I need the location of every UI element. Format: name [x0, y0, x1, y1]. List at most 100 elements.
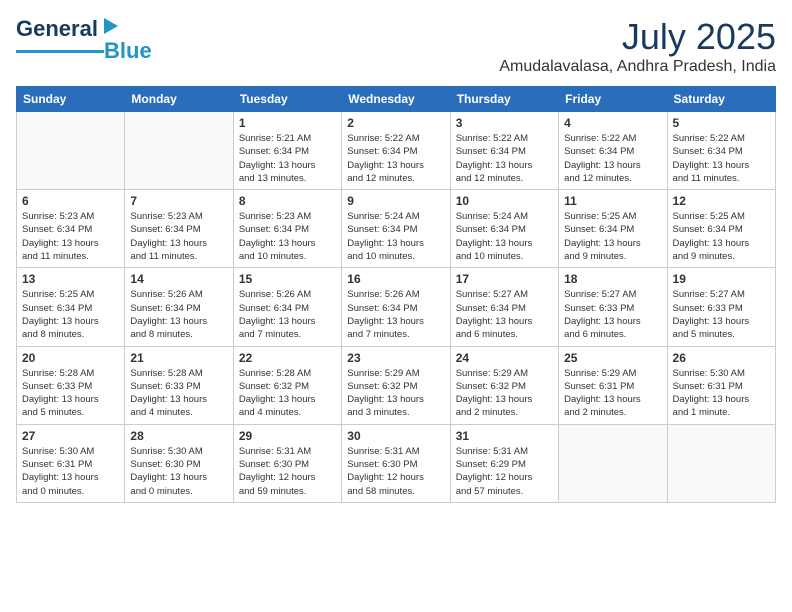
calendar-cell: 5 Sunrise: 5:22 AM Sunset: 6:34 PM Daylig…: [667, 112, 775, 190]
day-info: Sunrise: 5:26 AM Sunset: 6:34 PM Dayligh…: [130, 288, 227, 341]
weekday-header-friday: Friday: [559, 87, 667, 112]
calendar-cell: 31Sunrise: 5:31 AM Sunset: 6:29 PM Dayli…: [450, 424, 558, 502]
calendar-cell: 1 Sunrise: 5:21 AM Sunset: 6:34 PM Daylig…: [233, 112, 341, 190]
day-number: 23: [347, 351, 444, 365]
location: Amudalavalasa, Andhra Pradesh, India: [499, 58, 776, 76]
day-info: Sunrise: 5:23 AM Sunset: 6:34 PM Dayligh…: [130, 210, 227, 263]
day-info: Sunrise: 5:25 AM Sunset: 6:34 PM Dayligh…: [22, 288, 119, 341]
calendar-week-4: 20Sunrise: 5:28 AM Sunset: 6:33 PM Dayli…: [17, 346, 776, 424]
day-number: 14: [130, 272, 227, 286]
calendar-cell: 17Sunrise: 5:27 AM Sunset: 6:34 PM Dayli…: [450, 268, 558, 346]
calendar-cell: [559, 424, 667, 502]
weekday-header-wednesday: Wednesday: [342, 87, 450, 112]
day-number: 30: [347, 429, 444, 443]
weekday-header-tuesday: Tuesday: [233, 87, 341, 112]
logo-blue: Blue: [104, 38, 152, 64]
day-number: 12: [673, 194, 770, 208]
day-info: Sunrise: 5:29 AM Sunset: 6:31 PM Dayligh…: [564, 367, 661, 420]
day-info: Sunrise: 5:27 AM Sunset: 6:33 PM Dayligh…: [673, 288, 770, 341]
day-number: 5: [673, 116, 770, 130]
calendar-cell: [667, 424, 775, 502]
logo-underline: [16, 50, 104, 53]
day-info: Sunrise: 5:27 AM Sunset: 6:33 PM Dayligh…: [564, 288, 661, 341]
day-number: 1: [239, 116, 336, 130]
day-info: Sunrise: 5:30 AM Sunset: 6:31 PM Dayligh…: [673, 367, 770, 420]
day-number: 9: [347, 194, 444, 208]
calendar-cell: 9 Sunrise: 5:24 AM Sunset: 6:34 PM Daylig…: [342, 190, 450, 268]
day-info: Sunrise: 5:29 AM Sunset: 6:32 PM Dayligh…: [347, 367, 444, 420]
month-year: July 2025: [499, 16, 776, 58]
calendar-cell: 8Sunrise: 5:23 AM Sunset: 6:34 PM Daylig…: [233, 190, 341, 268]
calendar-cell: 4 Sunrise: 5:22 AM Sunset: 6:34 PM Daylig…: [559, 112, 667, 190]
day-number: 18: [564, 272, 661, 286]
day-number: 25: [564, 351, 661, 365]
day-number: 29: [239, 429, 336, 443]
calendar-cell: 29 Sunrise: 5:31 AM Sunset: 6:30 PM Dayli…: [233, 424, 341, 502]
day-number: 4: [564, 116, 661, 130]
calendar-cell: 22Sunrise: 5:28 AM Sunset: 6:32 PM Dayli…: [233, 346, 341, 424]
day-number: 10: [456, 194, 553, 208]
day-number: 7: [130, 194, 227, 208]
day-number: 2: [347, 116, 444, 130]
calendar-cell: [125, 112, 233, 190]
calendar-cell: 25 Sunrise: 5:29 AM Sunset: 6:31 PM Dayli…: [559, 346, 667, 424]
day-info: Sunrise: 5:28 AM Sunset: 6:33 PM Dayligh…: [130, 367, 227, 420]
day-info: Sunrise: 5:26 AM Sunset: 6:34 PM Dayligh…: [347, 288, 444, 341]
day-number: 11: [564, 194, 661, 208]
calendar-week-2: 6Sunrise: 5:23 AM Sunset: 6:34 PM Daylig…: [17, 190, 776, 268]
day-number: 15: [239, 272, 336, 286]
day-info: Sunrise: 5:31 AM Sunset: 6:30 PM Dayligh…: [347, 445, 444, 498]
day-info: Sunrise: 5:21 AM Sunset: 6:34 PM Dayligh…: [239, 132, 336, 185]
weekday-header-thursday: Thursday: [450, 87, 558, 112]
calendar-week-1: 1 Sunrise: 5:21 AM Sunset: 6:34 PM Daylig…: [17, 112, 776, 190]
day-info: Sunrise: 5:26 AM Sunset: 6:34 PM Dayligh…: [239, 288, 336, 341]
calendar-cell: 26Sunrise: 5:30 AM Sunset: 6:31 PM Dayli…: [667, 346, 775, 424]
logo-arrow-icon: [100, 16, 122, 38]
day-info: Sunrise: 5:22 AM Sunset: 6:34 PM Dayligh…: [673, 132, 770, 185]
calendar-cell: 21 Sunrise: 5:28 AM Sunset: 6:33 PM Dayli…: [125, 346, 233, 424]
day-info: Sunrise: 5:24 AM Sunset: 6:34 PM Dayligh…: [456, 210, 553, 263]
day-number: 24: [456, 351, 553, 365]
day-info: Sunrise: 5:23 AM Sunset: 6:34 PM Dayligh…: [22, 210, 119, 263]
weekday-header-row: SundayMondayTuesdayWednesdayThursdayFrid…: [17, 87, 776, 112]
day-info: Sunrise: 5:30 AM Sunset: 6:31 PM Dayligh…: [22, 445, 119, 498]
day-number: 27: [22, 429, 119, 443]
calendar-week-5: 27 Sunrise: 5:30 AM Sunset: 6:31 PM Dayli…: [17, 424, 776, 502]
calendar-cell: 2 Sunrise: 5:22 AM Sunset: 6:34 PM Daylig…: [342, 112, 450, 190]
day-number: 8: [239, 194, 336, 208]
day-info: Sunrise: 5:31 AM Sunset: 6:30 PM Dayligh…: [239, 445, 336, 498]
day-number: 13: [22, 272, 119, 286]
day-info: Sunrise: 5:28 AM Sunset: 6:33 PM Dayligh…: [22, 367, 119, 420]
day-info: Sunrise: 5:22 AM Sunset: 6:34 PM Dayligh…: [456, 132, 553, 185]
day-info: Sunrise: 5:22 AM Sunset: 6:34 PM Dayligh…: [564, 132, 661, 185]
calendar-cell: 16 Sunrise: 5:26 AM Sunset: 6:34 PM Dayli…: [342, 268, 450, 346]
page-header: General Blue July 2025 Amudalavalasa, An…: [16, 16, 776, 76]
calendar-cell: 6Sunrise: 5:23 AM Sunset: 6:34 PM Daylig…: [17, 190, 125, 268]
day-number: 19: [673, 272, 770, 286]
calendar-cell: 15 Sunrise: 5:26 AM Sunset: 6:34 PM Dayli…: [233, 268, 341, 346]
day-info: Sunrise: 5:29 AM Sunset: 6:32 PM Dayligh…: [456, 367, 553, 420]
day-number: 21: [130, 351, 227, 365]
calendar-cell: 10 Sunrise: 5:24 AM Sunset: 6:34 PM Dayli…: [450, 190, 558, 268]
calendar-cell: 18 Sunrise: 5:27 AM Sunset: 6:33 PM Dayli…: [559, 268, 667, 346]
day-info: Sunrise: 5:24 AM Sunset: 6:34 PM Dayligh…: [347, 210, 444, 263]
calendar-cell: 13 Sunrise: 5:25 AM Sunset: 6:34 PM Dayli…: [17, 268, 125, 346]
day-info: Sunrise: 5:31 AM Sunset: 6:29 PM Dayligh…: [456, 445, 553, 498]
calendar-cell: 28Sunrise: 5:30 AM Sunset: 6:30 PM Dayli…: [125, 424, 233, 502]
calendar-cell: [17, 112, 125, 190]
calendar-cell: 12Sunrise: 5:25 AM Sunset: 6:34 PM Dayli…: [667, 190, 775, 268]
day-info: Sunrise: 5:30 AM Sunset: 6:30 PM Dayligh…: [130, 445, 227, 498]
day-number: 22: [239, 351, 336, 365]
weekday-header-monday: Monday: [125, 87, 233, 112]
logo: General Blue: [16, 16, 152, 64]
calendar-week-3: 13 Sunrise: 5:25 AM Sunset: 6:34 PM Dayli…: [17, 268, 776, 346]
calendar-cell: 19 Sunrise: 5:27 AM Sunset: 6:33 PM Dayli…: [667, 268, 775, 346]
calendar-cell: 23 Sunrise: 5:29 AM Sunset: 6:32 PM Dayli…: [342, 346, 450, 424]
day-number: 16: [347, 272, 444, 286]
day-number: 17: [456, 272, 553, 286]
day-info: Sunrise: 5:25 AM Sunset: 6:34 PM Dayligh…: [564, 210, 661, 263]
weekday-header-sunday: Sunday: [17, 87, 125, 112]
calendar-cell: 27 Sunrise: 5:30 AM Sunset: 6:31 PM Dayli…: [17, 424, 125, 502]
day-info: Sunrise: 5:22 AM Sunset: 6:34 PM Dayligh…: [347, 132, 444, 185]
title-block: July 2025 Amudalavalasa, Andhra Pradesh,…: [499, 16, 776, 76]
